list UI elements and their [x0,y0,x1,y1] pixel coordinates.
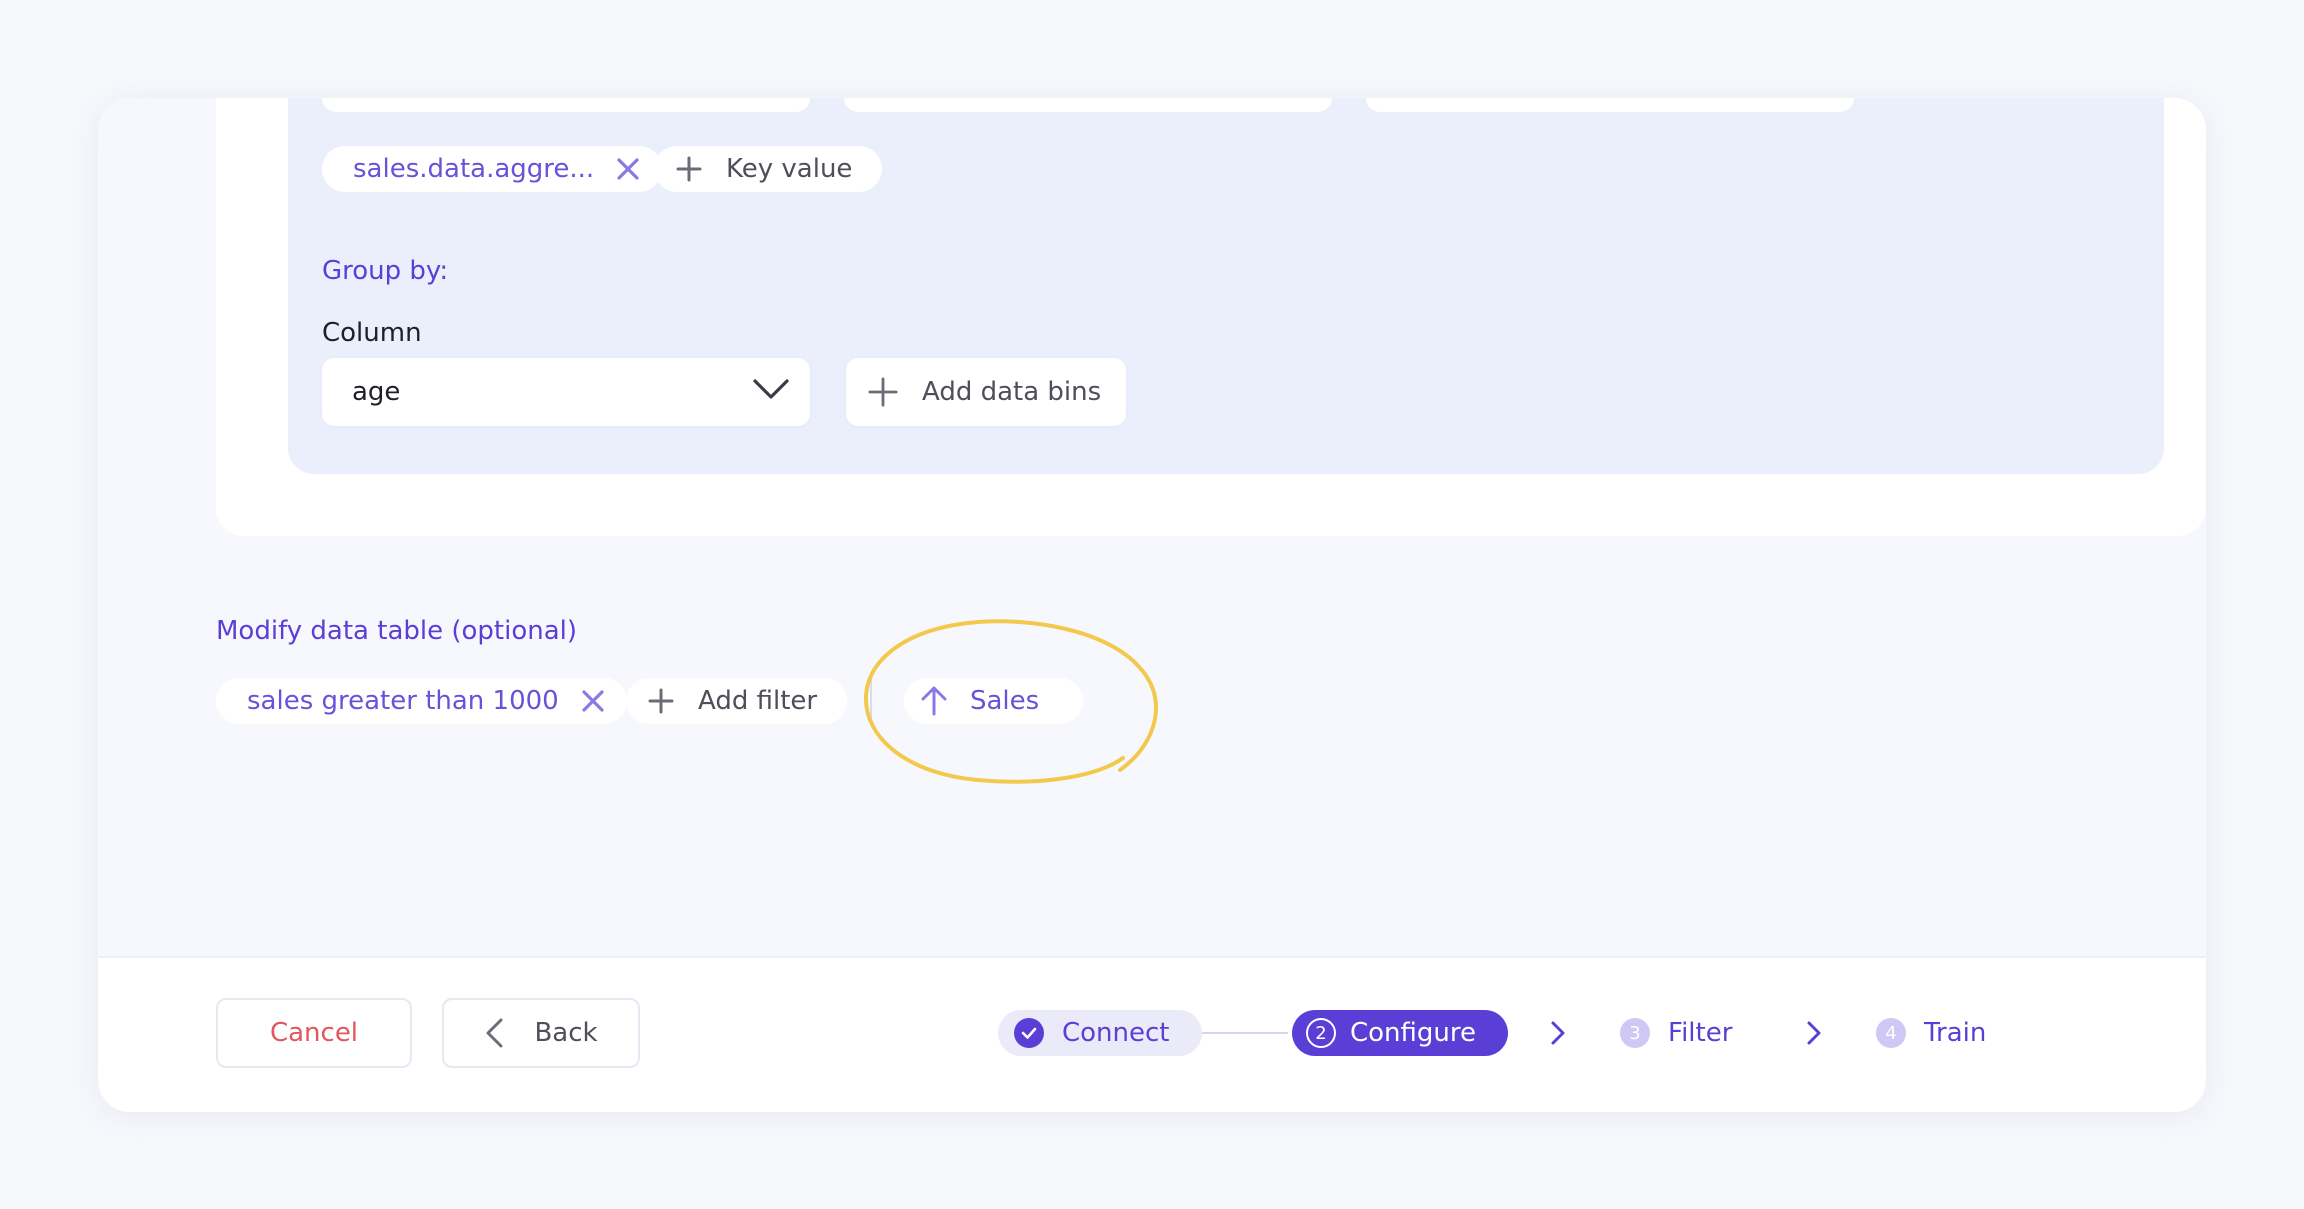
add-data-bins-label: Add data bins [922,377,1102,407]
step-filter-number: 3 [1620,1018,1650,1048]
chevron-right-icon [1804,1019,1824,1047]
field-partial-3[interactable] [1366,98,1854,112]
cancel-button[interactable]: Cancel [216,998,412,1068]
group-by-heading: Group by: [322,256,449,286]
footer-divider [98,956,2206,958]
close-icon[interactable] [579,687,607,715]
step-connect-label: Connect [1062,1018,1170,1048]
modify-table-heading: Modify data table (optional) [216,616,578,646]
plus-icon [646,686,676,716]
add-data-bins-button[interactable]: Add data bins [846,358,1126,426]
step-configure-label: Configure [1350,1018,1477,1048]
field-partial-2[interactable] [844,98,1332,112]
column-select-value: age [352,377,401,407]
filter-tag-label: sales greater than 1000 [247,686,559,716]
add-filter-label: Add filter [698,686,818,716]
plus-icon [868,377,898,407]
add-key-value-button[interactable]: Key value [654,146,883,192]
chevron-right-icon [1548,1019,1568,1047]
chevron-down-icon [752,377,790,408]
add-filter-button[interactable]: Add filter [626,678,848,724]
highlight-circle [863,619,1158,784]
step-configure[interactable]: 2 Configure [1292,1010,1509,1056]
close-icon[interactable] [614,155,642,183]
plus-icon [674,154,704,184]
key-tag-chip: sales.data.aggre... [322,146,663,192]
step-connector [1188,1032,1288,1034]
filter-tag-chip: sales greater than 1000 [216,678,627,724]
column-select[interactable]: age [322,358,810,426]
field-partial-1[interactable] [322,98,810,112]
step-train-label: Train [1924,1018,1987,1048]
check-icon [1014,1018,1044,1048]
add-key-value-label: Key value [726,154,853,184]
back-button[interactable]: Back [442,998,640,1068]
step-train-number: 4 [1876,1018,1906,1048]
step-connect[interactable]: Connect [998,1010,1202,1056]
key-tag-label: sales.data.aggre... [353,154,595,184]
aggregate-panel: sales.data.aggre... Key value Group by: … [288,98,2164,474]
chevron-left-icon [484,1017,504,1049]
step-configure-number: 2 [1306,1018,1336,1048]
step-train[interactable]: 4 Train [1876,1010,1986,1056]
column-label: Column [322,318,422,348]
step-filter[interactable]: 3 Filter [1620,1010,1732,1056]
step-filter-label: Filter [1668,1018,1733,1048]
back-label: Back [534,1018,598,1048]
wizard-card: sales.data.aggre... Key value Group by: … [98,98,2206,1112]
cancel-label: Cancel [269,1018,359,1048]
